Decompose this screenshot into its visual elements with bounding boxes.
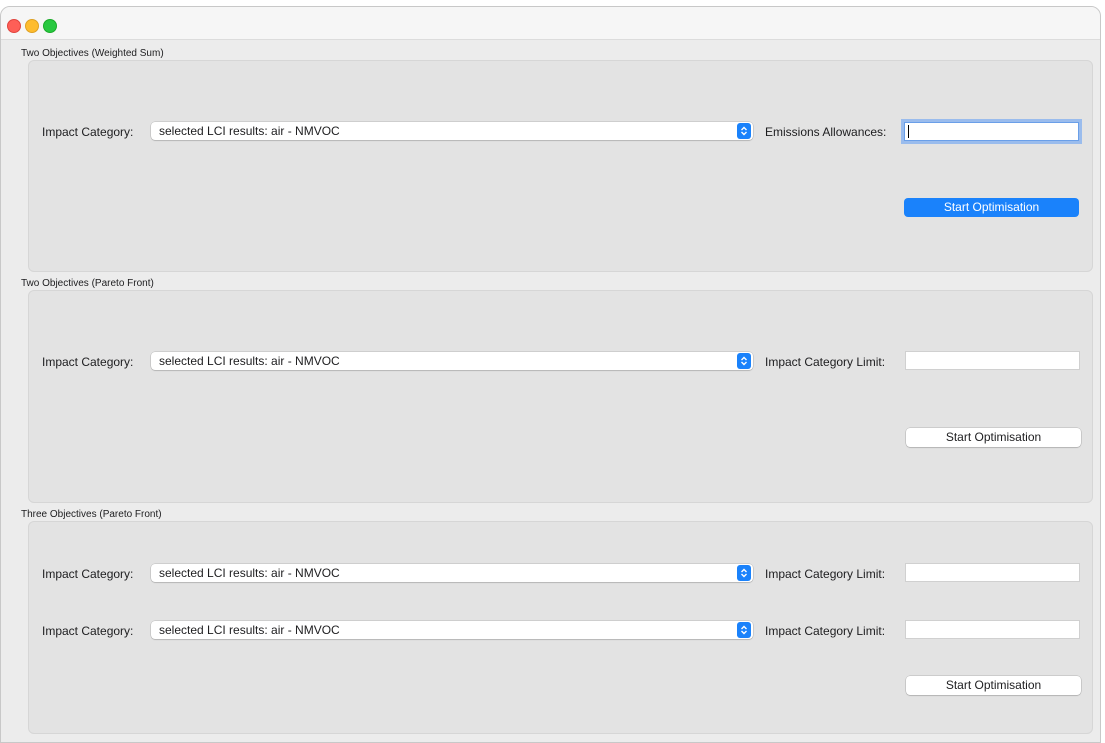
group-title-weighted-sum: Two Objectives (Weighted Sum)	[21, 48, 164, 59]
start-optimisation-button[interactable]: Start Optimisation	[904, 198, 1079, 217]
select-stepper-icon	[737, 565, 751, 581]
group-title-pareto-three: Three Objectives (Pareto Front)	[21, 509, 162, 520]
start-optimisation-button[interactable]: Start Optimisation	[906, 676, 1081, 695]
impact-category-label: Impact Category:	[42, 355, 134, 369]
zoom-window-button[interactable]	[43, 19, 57, 33]
impact-category-value: selected LCI results: air - NMVOC	[159, 354, 340, 368]
impact-category-label: Impact Category:	[42, 125, 134, 139]
impact-category-limit-label: Impact Category Limit:	[765, 567, 886, 581]
group-pareto-two: Impact Category: selected LCI results: a…	[28, 290, 1093, 503]
impact-category-limit-label: Impact Category Limit:	[765, 355, 886, 369]
impact-category-label: Impact Category:	[42, 624, 134, 638]
impact-category-limit-input[interactable]	[905, 620, 1080, 639]
impact-category-select[interactable]: selected LCI results: air - NMVOC	[151, 564, 753, 582]
start-optimisation-button[interactable]: Start Optimisation	[906, 428, 1081, 447]
select-stepper-icon	[737, 353, 751, 369]
group-title-pareto-two: Two Objectives (Pareto Front)	[21, 278, 154, 289]
emissions-allowances-label: Emissions Allowances:	[765, 125, 887, 139]
impact-category-value: selected LCI results: air - NMVOC	[159, 623, 340, 637]
impact-category-value: selected LCI results: air - NMVOC	[159, 124, 340, 138]
select-stepper-icon	[737, 622, 751, 638]
impact-category-value: selected LCI results: air - NMVOC	[159, 566, 340, 580]
group-weighted-sum: Impact Category: selected LCI results: a…	[28, 60, 1093, 272]
close-window-button[interactable]	[7, 19, 21, 33]
impact-category-select[interactable]: selected LCI results: air - NMVOC	[151, 352, 753, 370]
minimize-window-button[interactable]	[25, 19, 39, 33]
impact-category-limit-input[interactable]	[905, 563, 1080, 582]
select-stepper-icon	[737, 123, 751, 139]
title-bar	[1, 7, 1100, 40]
text-caret	[908, 125, 909, 138]
app-window: Two Objectives (Weighted Sum) Impact Cat…	[0, 6, 1101, 743]
impact-category-select[interactable]: selected LCI results: air - NMVOC	[151, 122, 753, 140]
impact-category-limit-label: Impact Category Limit:	[765, 624, 886, 638]
group-pareto-three: Impact Category: selected LCI results: a…	[28, 521, 1093, 734]
impact-category-limit-input[interactable]	[905, 351, 1080, 370]
impact-category-label: Impact Category:	[42, 567, 134, 581]
impact-category-select[interactable]: selected LCI results: air - NMVOC	[151, 621, 753, 639]
emissions-allowances-input[interactable]	[904, 122, 1079, 141]
